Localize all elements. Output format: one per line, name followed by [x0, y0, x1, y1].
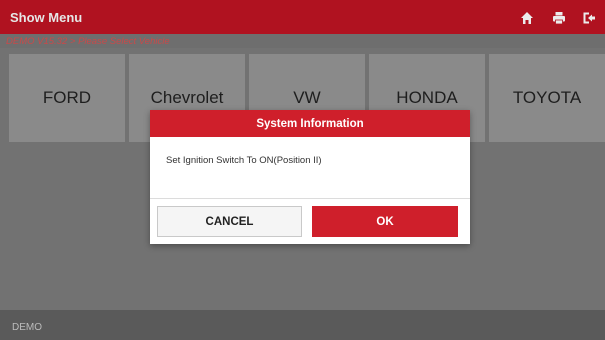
ok-button[interactable]: OK	[312, 206, 458, 237]
vehicle-tile-ford[interactable]: FORD	[9, 54, 125, 142]
home-icon	[521, 12, 533, 24]
exit-icon	[583, 12, 595, 24]
print-icon	[553, 12, 565, 25]
status-bar: DEMO	[0, 310, 605, 340]
breadcrumb-bar: DEMO V15.32 > Please Select Vehicle	[0, 34, 605, 48]
dialog-message: Set Ignition Switch To ON(Position II)	[166, 155, 322, 166]
title-bar: Show Menu	[0, 0, 605, 34]
print-button[interactable]	[548, 8, 570, 28]
system-information-dialog: System Information Set Ignition Switch T…	[150, 110, 470, 244]
page-title: Show Menu	[10, 10, 83, 25]
cancel-button[interactable]: CANCEL	[157, 206, 302, 237]
dialog-title: System Information	[150, 110, 470, 137]
dialog-divider	[150, 198, 470, 199]
vehicle-tile-toyota[interactable]: TOYOTA	[489, 54, 605, 142]
footer-label: DEMO	[12, 322, 42, 333]
home-button[interactable]	[516, 8, 538, 28]
breadcrumb: DEMO V15.32 > Please Select Vehicle	[6, 36, 170, 47]
exit-button[interactable]	[578, 8, 600, 28]
